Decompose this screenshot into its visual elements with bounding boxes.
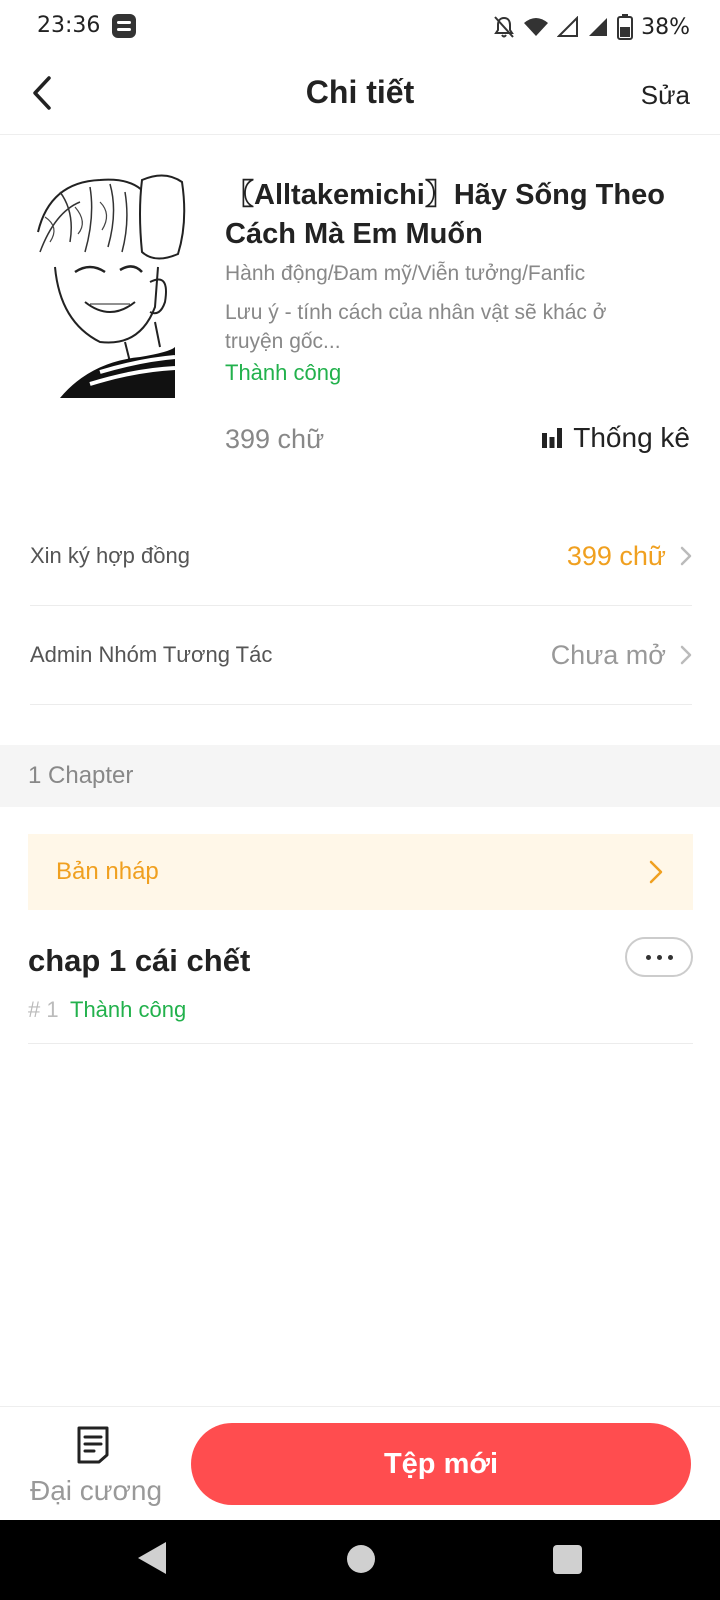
admin-group-row[interactable]: Admin Nhóm Tương Tác Chưa mở: [30, 606, 692, 705]
chevron-right-icon: [649, 860, 663, 884]
more-options-button[interactable]: [625, 937, 693, 977]
book-status: Thành công: [225, 360, 342, 385]
chapter-title: chap 1 cái chết: [28, 943, 251, 978]
chevron-right-icon: [680, 546, 692, 566]
notifications-off-icon: [494, 16, 514, 38]
wifi-icon: [524, 18, 549, 36]
admin-group-value: Chưa mở: [550, 639, 666, 670]
chevron-right-icon: [680, 645, 692, 665]
cover-illustration: [30, 172, 200, 398]
nav-recents-icon[interactable]: [553, 1545, 582, 1574]
nav-home-icon[interactable]: [347, 1545, 375, 1573]
contract-value: 399 chữ: [566, 540, 666, 571]
admin-value-wrap: Chưa mở: [551, 640, 692, 671]
stats-button[interactable]: Thống kê: [541, 422, 690, 454]
signal-full-icon: [589, 18, 608, 36]
header: Chi tiết Sửa: [0, 54, 720, 135]
admin-group-label: Admin Nhóm Tương Tác: [30, 642, 273, 667]
contract-value-wrap: 399 chữ: [567, 541, 692, 572]
chapter-count: 1 Chapter: [28, 762, 134, 789]
word-count: 399 chữ: [225, 424, 325, 454]
outline-button[interactable]: Đại cương: [28, 1425, 164, 1511]
system-nav-bar: [0, 1520, 720, 1600]
more-dot: [656, 954, 662, 960]
signal-icon: [557, 16, 579, 37]
more-dot: [667, 954, 673, 960]
book-cover[interactable]: [30, 172, 200, 398]
page-title: Chi tiết: [305, 74, 415, 110]
chapter-status: Thành công: [70, 997, 187, 1022]
draft-label: Bản nháp: [56, 858, 159, 885]
more-dots-icon: [645, 954, 651, 960]
stats-label: Thống kê: [573, 422, 690, 453]
book-description: Lưu ý - tính cách của nhân vật sẽ khác ở…: [225, 301, 607, 353]
status-time: 23:36: [37, 13, 101, 38]
book-tags: Hành động/Đam mỹ/Viễn tưởng/Fanfic: [225, 262, 586, 285]
edit-button[interactable]: Sửa: [641, 80, 690, 111]
chapter-count-header: 1 Chapter: [0, 745, 720, 807]
book-title: 〖Alltakemichi〗Hãy Sống Theo Cách Mà Em M…: [225, 179, 665, 250]
status-icons: 38%: [493, 10, 690, 44]
battery-percent: 38%: [641, 14, 690, 40]
new-file-button[interactable]: Tệp mới: [191, 1423, 691, 1505]
status-bar: 23:36 38%: [0, 0, 720, 54]
nav-back-icon[interactable]: [138, 1542, 166, 1574]
app-notification-icon: [112, 14, 136, 38]
outline-label: Đại cương: [29, 1475, 163, 1506]
chapter-number: # 1: [28, 997, 59, 1022]
document-list-icon: [77, 1426, 109, 1464]
battery-icon: [617, 14, 634, 40]
bottom-action-bar: Đại cương Tệp mới: [0, 1406, 720, 1521]
contract-row[interactable]: Xin ký hợp đồng 399 chữ: [30, 507, 692, 606]
contract-label: Xin ký hợp đồng: [30, 543, 190, 568]
draft-button[interactable]: Bản nháp: [28, 834, 693, 910]
bar-chart-icon: [542, 428, 563, 448]
chapter-list-item[interactable]: chap 1 cái chết # 1 Thành công: [28, 925, 693, 1044]
